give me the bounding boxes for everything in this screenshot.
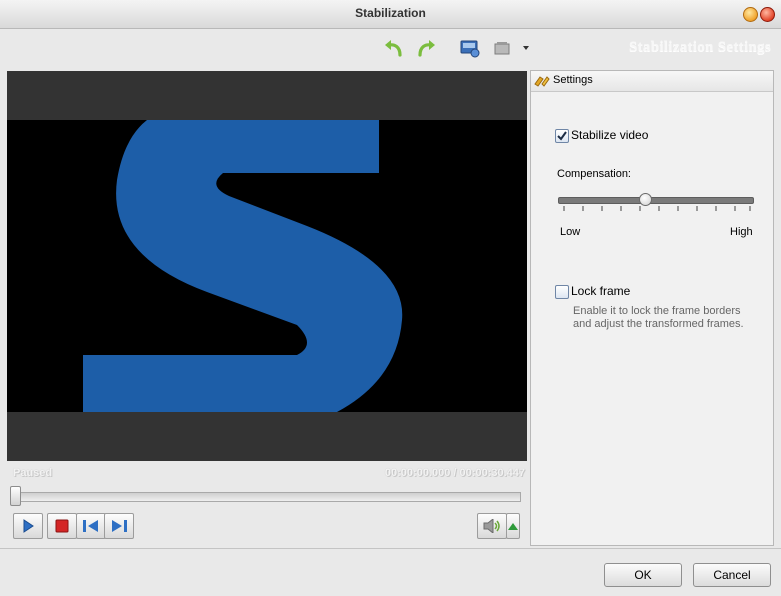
- stabilize-video-label: Stabilize video: [571, 128, 649, 142]
- lock-frame-label: Lock frame: [571, 284, 631, 298]
- undo-icon[interactable]: [382, 37, 406, 59]
- cancel-button[interactable]: Cancel: [693, 563, 771, 587]
- previous-frame-button[interactable]: [76, 513, 106, 539]
- triangle-up-icon: [508, 523, 518, 530]
- slider-ticks: [563, 206, 751, 211]
- time-separator: /: [453, 467, 457, 479]
- lock-frame-description-line-2: and adjust the transformed frames.: [573, 318, 744, 330]
- next-frame-button[interactable]: [104, 513, 134, 539]
- footer-divider: [0, 548, 781, 549]
- settings-panel: Settings Stabilize video Compensation: L…: [530, 70, 774, 546]
- redo-icon[interactable]: [414, 37, 438, 59]
- speaker-icon: [483, 519, 500, 533]
- play-button[interactable]: [13, 513, 43, 539]
- skip-back-icon: [83, 520, 98, 532]
- settings-icon: [534, 76, 550, 87]
- dropdown-arrow-icon[interactable]: [521, 37, 531, 59]
- panel-heading: Stabilization Settings: [628, 39, 771, 55]
- snapshot-icon[interactable]: [458, 37, 482, 59]
- time-display: 00:00:00.000 / 00:00:30.447: [385, 467, 525, 479]
- settings-tab-label: Settings: [553, 74, 593, 86]
- low-label: Low: [560, 226, 581, 238]
- seek-handle[interactable]: [10, 486, 21, 506]
- checkmark-icon: [557, 131, 567, 141]
- ok-button[interactable]: OK: [604, 563, 682, 587]
- lock-frame-description-line-1: Enable it to lock the frame borders: [573, 305, 741, 317]
- compensation-slider-thumb[interactable]: [639, 193, 653, 206]
- close-button[interactable]: [760, 7, 775, 22]
- lock-frame-checkbox[interactable]: [555, 285, 569, 299]
- play-icon: [23, 519, 34, 533]
- stabilize-video-checkbox[interactable]: [555, 129, 569, 143]
- volume-button[interactable]: [477, 513, 507, 539]
- stop-icon: [55, 519, 69, 533]
- high-label: High: [730, 226, 753, 238]
- playback-status: Paused: [13, 467, 53, 479]
- window-title: Stabilization: [355, 6, 426, 20]
- current-time: 00:00:00.000: [384, 467, 451, 479]
- skip-forward-icon: [112, 520, 127, 532]
- compensation-label: Compensation:: [557, 168, 631, 180]
- video-preview: [7, 71, 527, 461]
- title-bar: Stabilization: [0, 0, 781, 29]
- compensation-slider-track[interactable]: [558, 197, 754, 204]
- total-time: 00:00:30.447: [459, 467, 525, 479]
- toolbar: Stabilization Settings: [0, 29, 781, 69]
- lock-frame-description: Enable it to lock the frame borders and …: [573, 305, 744, 331]
- expand-button[interactable]: [506, 513, 520, 539]
- minimize-button[interactable]: [743, 7, 758, 22]
- film-icon[interactable]: [492, 37, 512, 59]
- video-frame: [7, 120, 527, 412]
- seek-bar[interactable]: [13, 492, 521, 502]
- settings-tab[interactable]: Settings: [531, 71, 773, 92]
- playback-status-row: Paused 00:00:00.000 / 00:00:30.447: [13, 467, 525, 481]
- stop-button[interactable]: [47, 513, 77, 539]
